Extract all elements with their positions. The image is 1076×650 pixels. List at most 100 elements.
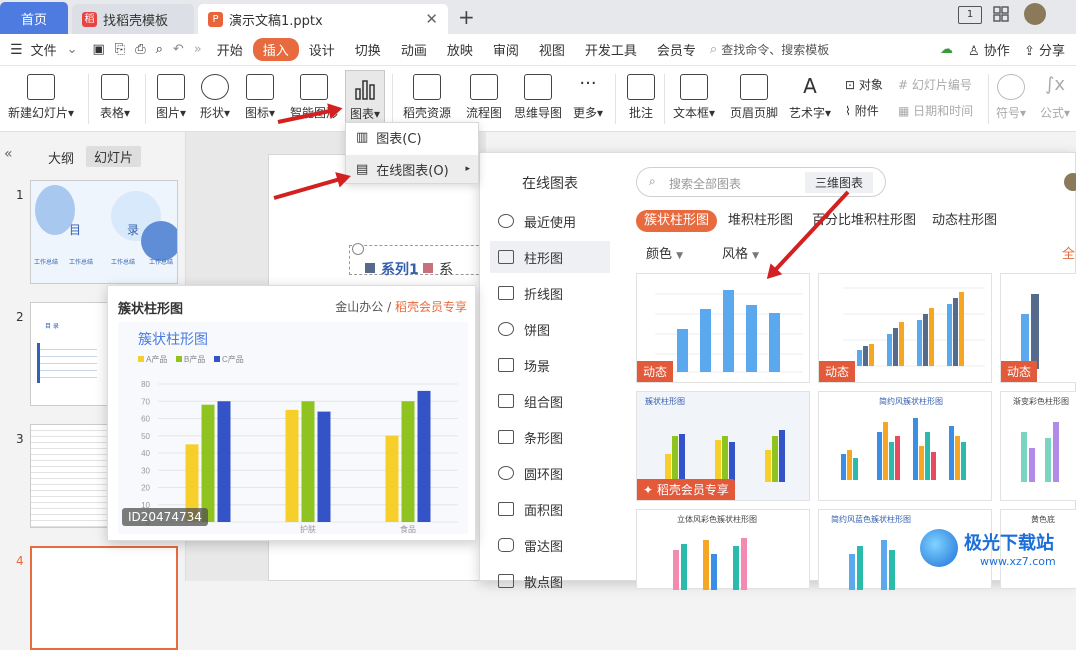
apps-grid-icon[interactable] [993, 6, 1009, 22]
chart-card[interactable]: 简约风簇状柱形图 [818, 391, 992, 501]
menu-review[interactable]: 审阅 [483, 40, 529, 59]
category-label: 柱形图 [524, 251, 564, 267]
menu-view[interactable]: 视图 [529, 40, 575, 59]
more-link[interactable]: 全 [1062, 243, 1075, 262]
menu-member[interactable]: 会员专 [647, 40, 706, 59]
chart-card[interactable]: 动态 [818, 273, 992, 383]
window-layout-icon[interactable]: 1 [958, 6, 982, 24]
slide-number: 2 [16, 310, 24, 324]
divider [664, 74, 665, 124]
menu-animation[interactable]: 动画 [391, 40, 437, 59]
comment-button[interactable]: 批注 [627, 74, 655, 121]
textbox-button[interactable]: 文本框▾ [673, 74, 715, 121]
category-donut[interactable]: 圆环图 [490, 457, 610, 489]
decor-circle [141, 221, 177, 261]
command-search[interactable]: 查找命令、搜索模板 [721, 41, 829, 58]
slide-thumbnail-1[interactable]: 目 录 工作总结 工作总结 工作总结 工作总结 [30, 180, 178, 284]
category-scene[interactable]: 场景 [490, 349, 610, 381]
category-pie[interactable]: 饼图 [490, 313, 610, 345]
more-arrows-icon[interactable]: » [189, 42, 207, 57]
tab-home[interactable]: 首页 [0, 2, 68, 34]
menu-devtools[interactable]: 开发工具 [575, 40, 647, 59]
subtab-stacked[interactable]: 堆积柱形图 [728, 210, 793, 232]
tab-outline[interactable]: 大纲 [48, 148, 74, 167]
chart-card[interactable]: 动态 [636, 273, 810, 383]
comment-icon [627, 74, 655, 100]
formula-button[interactable]: ∫x 公式▾ [1040, 74, 1070, 121]
column-chart-icon [498, 250, 514, 264]
flowchart-button[interactable]: 流程图 [466, 74, 502, 121]
category-label: 条形图 [524, 431, 564, 447]
chart-button[interactable]: 图表▾ [345, 70, 385, 125]
search-tag-3d[interactable]: 三维图表 [805, 172, 874, 193]
collab-button[interactable]: ♙ 协作 [968, 40, 1010, 59]
menu-insert[interactable]: 插入 [252, 38, 299, 61]
menu-start[interactable]: 开始 [207, 40, 253, 59]
category-column[interactable]: 柱形图 [490, 241, 610, 273]
tab-document[interactable]: P 演示文稿1.pptx ✕ [198, 4, 448, 34]
more-button[interactable]: ··· 更多▾ [573, 74, 603, 121]
slide-number-button[interactable]: # 幻灯片编号 [898, 76, 972, 93]
thumb-title: 目 录 [45, 323, 59, 330]
category-scatter[interactable]: 散点图 [490, 565, 610, 597]
menu-slideshow[interactable]: 放映 [437, 40, 483, 59]
menu-transition[interactable]: 切换 [345, 40, 391, 59]
icon-button[interactable]: 图标▾ [245, 74, 275, 121]
page-indicator: 1 [966, 9, 974, 20]
daoke-resource-button[interactable]: 稻壳资源 [403, 74, 451, 121]
smart-graphic-icon [300, 74, 328, 100]
object-button[interactable]: ⊡ 对象 [845, 76, 883, 93]
chart-card[interactable]: 动态 [1000, 273, 1076, 383]
category-recent[interactable]: 最近使用 [490, 205, 610, 237]
subtab-dynamic[interactable]: 动态柱形图 [932, 210, 997, 232]
avatar[interactable] [1024, 3, 1046, 25]
formula-label: 公式 [1040, 106, 1065, 120]
avatar[interactable] [1064, 173, 1076, 191]
hamburger-icon[interactable]: ☰ [0, 42, 31, 58]
mindmap-button[interactable]: 思维导图 [514, 74, 562, 121]
new-tab-button[interactable]: + [458, 5, 475, 29]
close-tab-icon[interactable]: ✕ [425, 10, 438, 28]
menu-design[interactable]: 设计 [299, 40, 345, 59]
new-slide-button[interactable]: 新建幻灯片▾ [8, 74, 74, 121]
paperclip-icon: ⌇ [845, 104, 855, 118]
wordart-button[interactable]: A 艺术字▾ [789, 74, 831, 121]
category-combo[interactable]: 组合图 [490, 385, 610, 417]
header-footer-button[interactable]: 页眉页脚 [730, 74, 778, 121]
category-area[interactable]: 面积图 [490, 493, 610, 525]
resize-handle[interactable] [352, 243, 364, 255]
chart-card[interactable]: 立体风彩色簇状柱形图 [636, 509, 810, 590]
menu-item-online-chart[interactable]: ▤ 在线图表(O) ▸ [346, 155, 478, 183]
table-label: 表格 [100, 106, 125, 120]
undo-icon[interactable]: ↶ [168, 42, 189, 57]
category-bar[interactable]: 条形图 [490, 421, 610, 453]
chart-card-hovered[interactable]: 簇状柱形图 ✦ 稻壳会员专享 [636, 391, 810, 501]
tab-template[interactable]: 稻 找稻壳模板 [72, 4, 194, 34]
preview-icon[interactable]: ⌕ [151, 42, 168, 57]
dynamic-badge: 动态 [1001, 361, 1038, 382]
shape-button[interactable]: 形状▾ [200, 74, 230, 121]
cloud-sync-icon[interactable]: ☁ [940, 42, 953, 57]
collapse-panel-icon[interactable]: « [4, 146, 13, 162]
share-button[interactable]: ⇪ 分享 [1024, 40, 1065, 59]
attach-button[interactable]: ⌇ 附件 [845, 102, 879, 119]
style-filter[interactable]: 风格 ▼ [722, 243, 759, 262]
slide-thumbnail-4[interactable] [30, 546, 178, 650]
table-button[interactable]: 表格▾ [100, 74, 130, 121]
category-radar[interactable]: 雷达图 [490, 529, 610, 561]
color-filter[interactable]: 颜色 ▼ [646, 243, 683, 262]
chart-label: 图表 [349, 107, 374, 121]
chart-card[interactable]: 渐变彩色柱形图 [1000, 391, 1076, 501]
datetime-button[interactable]: ▦ 日期和时间 [898, 102, 973, 119]
symbol-button[interactable]: 符号▾ [996, 74, 1026, 121]
tab-slides[interactable]: 幻灯片 [86, 146, 142, 167]
save-icon[interactable]: ▣ [87, 42, 109, 57]
clustered-bar-chart: 簇状柱形图A产品B产品C产品01020304050607080护肤食品 [138, 331, 458, 534]
menu-item-chart[interactable]: ▥ 图表(C) [346, 123, 478, 151]
print-icon[interactable]: ⎙ [130, 42, 150, 57]
export-icon[interactable]: ⎘ [110, 42, 130, 57]
category-line[interactable]: 折线图 [490, 277, 610, 309]
picture-button[interactable]: 图片▾ [156, 74, 186, 121]
menu-file[interactable]: 文件 [31, 40, 67, 59]
subtab-clustered[interactable]: 簇状柱形图 [636, 210, 718, 232]
